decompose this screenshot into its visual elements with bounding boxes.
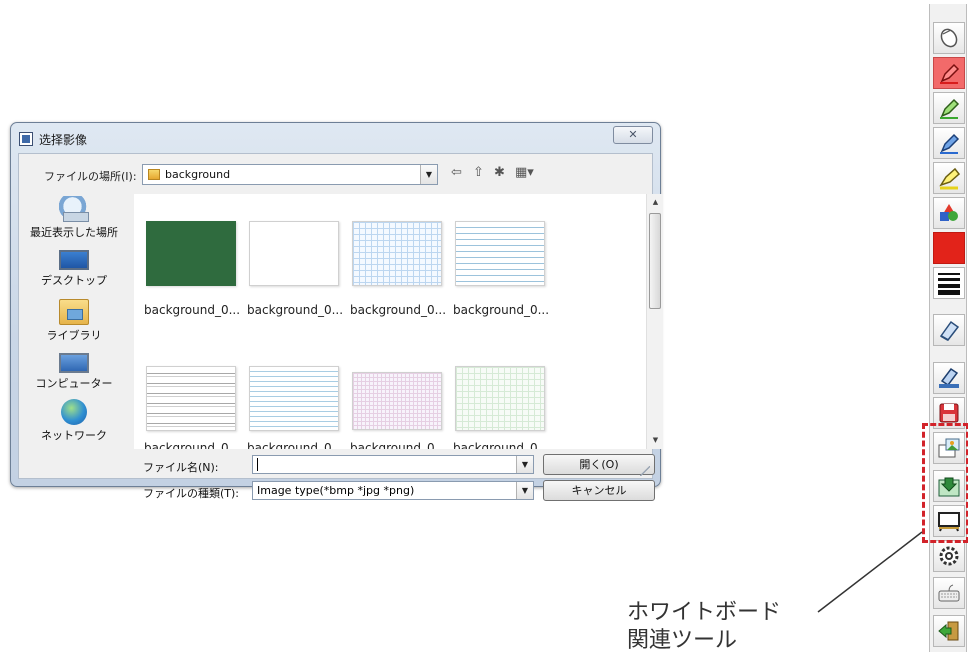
callout-line: [817, 531, 923, 613]
callout-line2: 関連ツール: [627, 628, 738, 653]
